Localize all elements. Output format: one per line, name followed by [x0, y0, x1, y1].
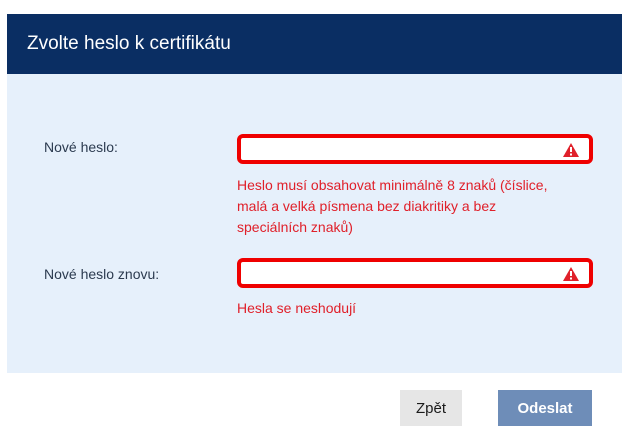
dialog-body: Nové heslo: Heslo musí obsahovat minimál… — [7, 74, 622, 373]
new-password-input[interactable] — [247, 140, 551, 162]
dialog-header: Zvolte heslo k certifikátu — [7, 14, 622, 74]
new-password-field[interactable] — [237, 134, 593, 164]
confirm-password-input[interactable] — [247, 264, 551, 286]
new-password-error-line: speciálních znaků) — [237, 219, 353, 235]
submit-button[interactable]: Odeslat — [498, 390, 592, 426]
confirm-password-error: Hesla se neshodují — [237, 300, 357, 316]
new-password-error-line: Heslo musí obsahovat minimálně 8 znaků (… — [237, 177, 548, 193]
back-button[interactable]: Zpět — [400, 390, 462, 426]
password-dialog: Zvolte heslo k certifikátu Nové heslo: H… — [7, 14, 622, 426]
new-password-label: Nové heslo: — [44, 139, 118, 155]
dialog-title: Zvolte heslo k certifikátu — [27, 33, 231, 54]
confirm-password-field[interactable] — [237, 258, 593, 288]
warning-icon — [563, 143, 579, 157]
confirm-password-label: Nové heslo znovu: — [44, 266, 160, 282]
new-password-error: Heslo musí obsahovat minimálně 8 znaků (… — [237, 175, 547, 238]
new-password-error-line: malá a velká písmena bez diakritiky a be… — [237, 198, 497, 214]
warning-icon — [563, 267, 579, 281]
